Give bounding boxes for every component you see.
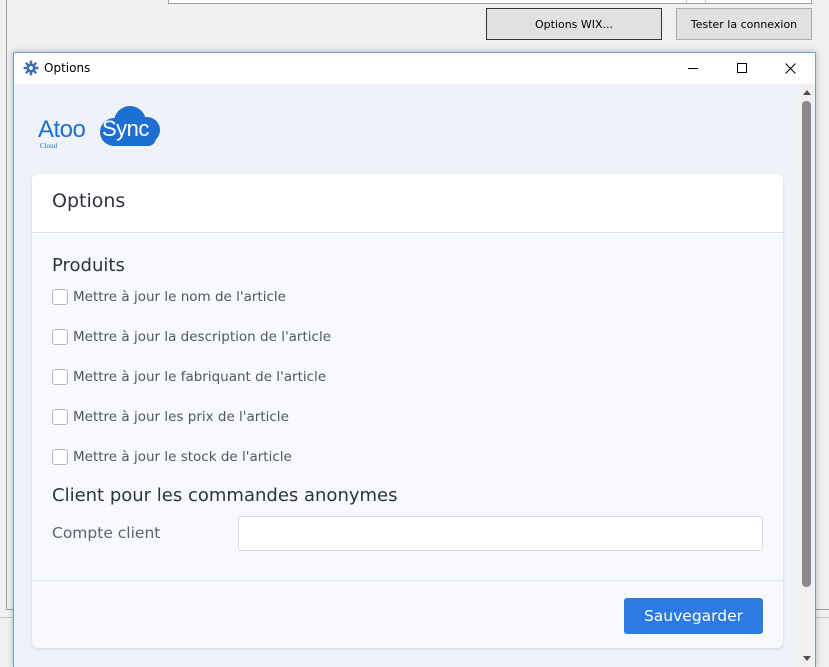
checkbox-label[interactable]: Mettre à jour le stock de l'article <box>73 449 292 465</box>
logo-tagline: Cloud <box>40 142 58 150</box>
option-update-name[interactable]: Mettre à jour le nom de l'article <box>52 288 286 306</box>
parent-window-border <box>6 0 7 610</box>
dialog-content: Atoo Sync Cloud Options Produits Mettre … <box>14 84 815 667</box>
atoosync-logo: Atoo Sync Cloud <box>38 104 168 150</box>
parent-text-field[interactable] <box>168 0 812 4</box>
option-update-description[interactable]: Mettre à jour la description de l'articl… <box>52 328 331 346</box>
card-header: Options <box>32 174 783 233</box>
vertical-scrollbar[interactable] <box>798 84 815 667</box>
maximize-icon <box>737 63 747 73</box>
anonymous-orders-section-title: Client pour les commandes anonymes <box>52 485 398 506</box>
arrow-down-icon <box>802 656 811 661</box>
checkbox[interactable] <box>52 289 68 305</box>
checkbox[interactable] <box>52 369 68 385</box>
logo-text-atoo: Atoo <box>38 116 86 143</box>
products-section-title: Produits <box>52 255 125 276</box>
scroll-up-button[interactable] <box>798 84 815 101</box>
card-title: Options <box>52 190 126 212</box>
checkbox[interactable] <box>52 449 68 465</box>
minimize-button[interactable] <box>670 53 716 83</box>
maximize-button[interactable] <box>719 53 765 83</box>
checkbox-label[interactable]: Mettre à jour la description de l'articl… <box>73 329 331 345</box>
dialog-titlebar[interactable]: Options <box>14 53 815 84</box>
customer-account-input[interactable] <box>238 516 763 551</box>
checkbox[interactable] <box>52 329 68 345</box>
checkbox-label[interactable]: Mettre à jour les prix de l'article <box>73 409 289 425</box>
screen: Options WIX... Tester la connexion Optio… <box>0 0 829 667</box>
scrollbar-thumb[interactable] <box>802 101 811 587</box>
checkbox-label[interactable]: Mettre à jour le nom de l'article <box>73 289 286 305</box>
customer-account-label: Compte client <box>52 524 161 542</box>
options-dialog: Options Atoo Sync Cloud Options Produits… <box>13 52 816 667</box>
scroll-down-button[interactable] <box>798 650 815 667</box>
save-button[interactable]: Sauvegarder <box>624 598 763 634</box>
close-button[interactable] <box>767 53 813 83</box>
field-separator <box>705 0 706 3</box>
close-icon <box>784 62 796 74</box>
test-connection-button[interactable]: Tester la connexion <box>676 8 812 40</box>
gear-icon <box>23 60 39 76</box>
options-wix-button[interactable]: Options WIX... <box>486 8 662 40</box>
logo-text-sync: Sync <box>102 116 149 141</box>
arrow-up-icon <box>802 90 811 95</box>
dialog-title: Options <box>44 61 91 75</box>
field-separator <box>686 0 687 3</box>
checkbox-label[interactable]: Mettre à jour le fabriquant de l'article <box>73 369 326 385</box>
option-update-stock[interactable]: Mettre à jour le stock de l'article <box>52 448 292 466</box>
option-update-manufacturer[interactable]: Mettre à jour le fabriquant de l'article <box>52 368 326 386</box>
minimize-icon <box>688 68 698 69</box>
checkbox[interactable] <box>52 409 68 425</box>
option-update-prices[interactable]: Mettre à jour les prix de l'article <box>52 408 289 426</box>
options-card: Options Produits Mettre à jour le nom de… <box>32 174 783 648</box>
card-footer: Sauvegarder <box>32 580 783 648</box>
